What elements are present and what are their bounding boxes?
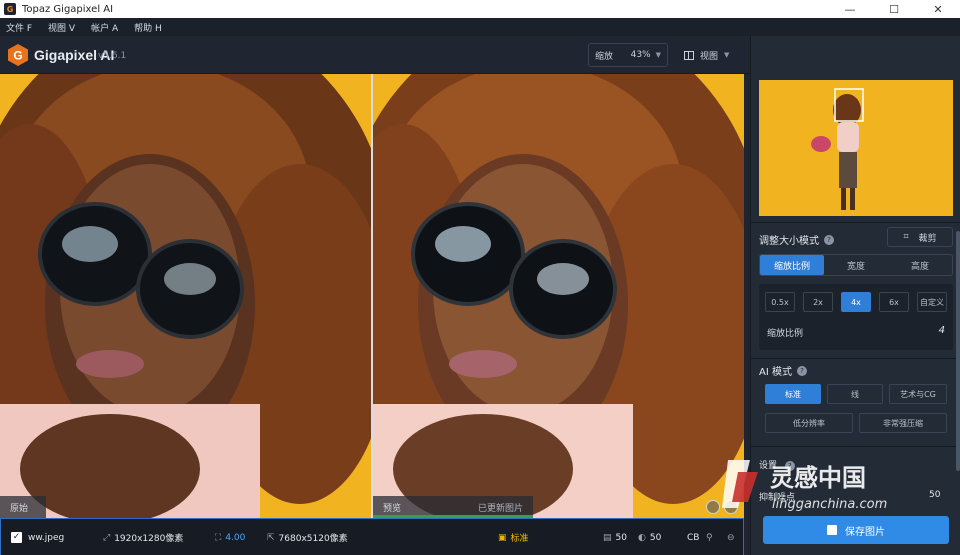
file-name[interactable]: ww.jpeg (28, 519, 64, 555)
blur-icon: ◐ (638, 532, 646, 543)
save-disk-icon (827, 525, 837, 535)
window-controls: — ☐ ✕ (828, 0, 960, 18)
menu-help[interactable]: 帮助 H (134, 21, 162, 34)
panel-scrollbar[interactable] (956, 231, 960, 471)
zoom-dropdown[interactable]: 缩放 43% ▼ (588, 43, 668, 67)
close-button[interactable]: ✕ (916, 0, 960, 18)
remove-icon[interactable]: ⊖ (727, 519, 739, 555)
chevron-down-icon: ▼ (724, 51, 730, 59)
tab-height[interactable]: 高度 (888, 255, 952, 275)
settings-title: 设置 ? (759, 458, 795, 471)
menu-file[interactable]: 文件 F (6, 21, 32, 34)
thumbnail-photo (759, 80, 953, 216)
minimize-button[interactable]: — (828, 0, 872, 18)
scale-0-5x-button[interactable]: 0.5x (765, 292, 795, 312)
face-controls (706, 500, 738, 514)
preview-image-pane[interactable]: 预览 已更新图片 (373, 74, 744, 518)
crop-button[interactable]: ⌗ 裁剪 (887, 227, 953, 247)
window-titlebar: G Topaz Gigapixel AI — ☐ ✕ (0, 0, 960, 18)
gigapixel-logo-icon: G (8, 44, 28, 66)
mode-standard-button[interactable]: 标准 (765, 384, 821, 404)
preview-photo (373, 74, 744, 518)
scale-label: 缩放比例 (767, 329, 804, 339)
app-icon: G (4, 3, 16, 15)
mode-high-compression-button[interactable]: 非常强压缩 (859, 413, 947, 433)
suppress-noise-row: 抑制噪点 50 (759, 490, 941, 503)
original-label: 原始 (0, 496, 46, 518)
file-status-bar: ✓ ww.jpeg ⤢ 1920x1280像素 ⛶ 4.00 ⇱ 7680x5120像… (0, 518, 744, 555)
noise-icon: ▤ (603, 532, 612, 543)
scale-4x-button[interactable]: 4x (841, 292, 871, 312)
menu-view[interactable]: 视图 V (48, 21, 75, 34)
ai-mode-title: AI 模式 ? (759, 363, 807, 378)
mode-lines-button[interactable]: 线 (827, 384, 883, 404)
mode-low-res-button[interactable]: 低分辨率 (765, 413, 853, 433)
resize-mode-tabs: 缩放比例 宽度 高度 (759, 254, 953, 276)
svg-text:G: G (13, 49, 22, 63)
chevron-down-icon: ▼ (655, 51, 661, 59)
noise-value: ▤ 50 (603, 532, 627, 543)
mode-art-cg-button[interactable]: 艺术与CG (889, 384, 947, 404)
expand-icon: ⛶ (215, 532, 222, 543)
tab-scale[interactable]: 缩放比例 (760, 255, 824, 275)
scale-6x-button[interactable]: 6x (879, 292, 909, 312)
view-label: 视图 (700, 51, 719, 62)
settings-panel: 调整大小模式 ? ⌗ 裁剪 缩放比例 宽度 高度 0.5x 2x 4x 6x 自… (750, 36, 960, 555)
tab-width[interactable]: 宽度 (824, 255, 888, 275)
mode-icon: ▣ (498, 532, 507, 543)
output-icon: ⇱ (267, 532, 275, 543)
source-size: ⤢ 1920x1280像素 (103, 532, 184, 545)
help-icon[interactable]: ? (784, 461, 795, 471)
face-icon[interactable] (724, 500, 738, 514)
resize-icon: ⤢ (103, 532, 111, 543)
cb-indicator: CB (687, 532, 700, 543)
scale-value[interactable]: 4 (939, 325, 945, 336)
menu-account[interactable]: 帐户 A (91, 21, 118, 34)
split-view-icon (684, 50, 694, 60)
resize-mode-title: 调整大小模式 ? (759, 232, 834, 247)
app-version: v5.6.1 (98, 51, 127, 61)
preview-label: 预览 (383, 503, 402, 514)
mode-indicator: ▣ 标准 (498, 532, 529, 545)
scale-options: 0.5x 2x 4x 6x 自定义 缩放比例 4 (759, 284, 953, 350)
help-icon[interactable]: ? (824, 234, 834, 245)
face-icon[interactable] (706, 500, 720, 514)
app-header: G Gigapixel AI v5.6.1 缩放 43% ▼ 视图 ▼ (0, 36, 750, 74)
menu-bar: 文件 F 视图 V 帐户 A 帮助 H (0, 18, 960, 36)
blur-value: ◐ 50 (638, 532, 662, 543)
scale-custom-button[interactable]: 自定义 (917, 292, 947, 312)
output-size: ⇱ 7680x5120像素 (267, 532, 348, 545)
original-image-pane[interactable]: 原始 (0, 74, 371, 518)
file-checkbox[interactable]: ✓ (11, 531, 22, 543)
zoom-value: 43% (630, 50, 651, 60)
zoom-label: 缩放 (595, 51, 614, 62)
navigator-thumbnail[interactable] (759, 80, 953, 216)
updated-label: 已更新图片 (477, 503, 523, 514)
crop-icon: ⌗ (903, 232, 909, 242)
scale-2x-button[interactable]: 2x (803, 292, 833, 312)
person-icon[interactable]: ⚲ (706, 519, 717, 555)
maximize-button[interactable]: ☐ (872, 0, 916, 18)
save-image-button[interactable]: 保存图片 (763, 516, 949, 544)
scale-factor: ⛶ 4.00 (215, 532, 246, 543)
suppress-noise-value[interactable]: 50 (929, 490, 940, 500)
window-title: Topaz Gigapixel AI (22, 3, 114, 15)
view-dropdown[interactable]: 视图 ▼ (678, 43, 744, 67)
original-photo (0, 74, 371, 518)
help-icon[interactable]: ? (796, 365, 807, 376)
